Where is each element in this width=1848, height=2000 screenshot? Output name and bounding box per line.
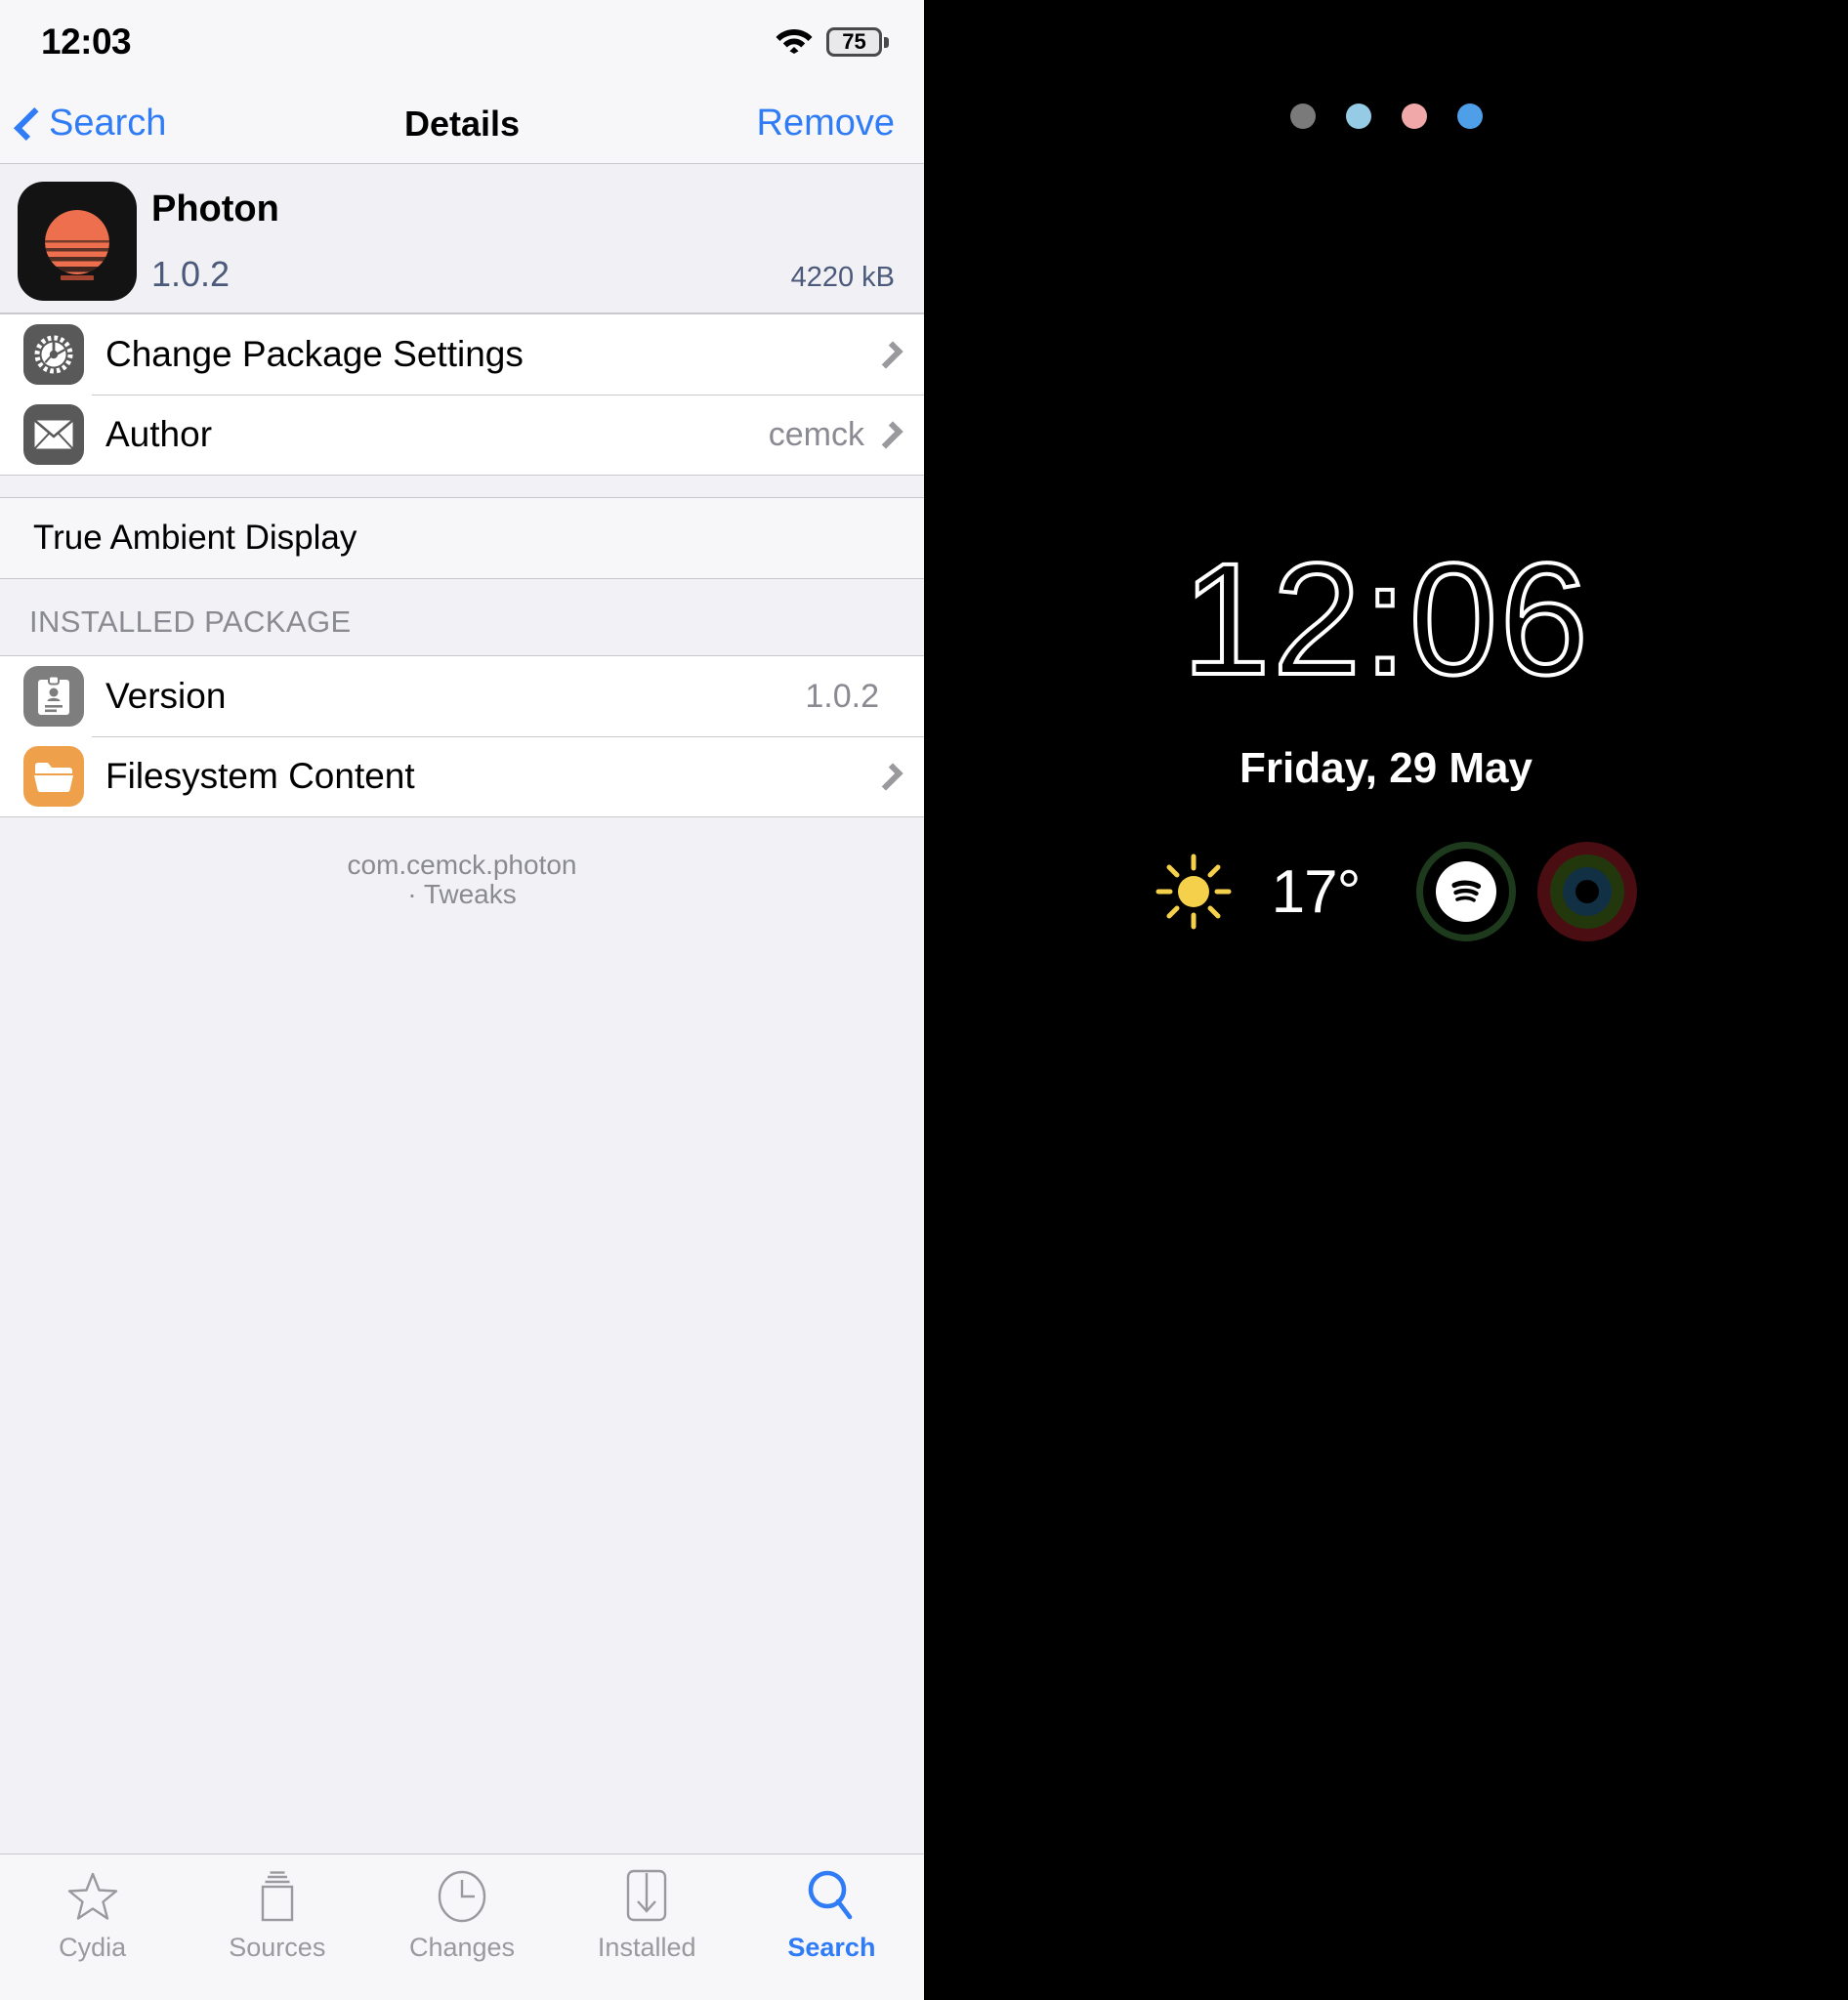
package-size: 4220 kB: [790, 262, 895, 293]
package-section: · Tweaks: [407, 879, 517, 910]
row-author[interactable]: Author cemck: [0, 395, 924, 475]
tab-label: Sources: [229, 1933, 326, 1962]
chevron-right-icon: [875, 420, 903, 449]
tab-changes[interactable]: Changes: [369, 1868, 554, 1963]
author-value: cemck: [768, 415, 864, 453]
download-box-icon: [623, 1868, 670, 1925]
package-description-group: True Ambient Display: [0, 497, 924, 579]
status-bar-time: 12:03: [41, 21, 132, 62]
row-label: Author: [105, 414, 213, 454]
back-button-label: Search: [49, 103, 167, 144]
battery-body: 75: [826, 27, 882, 57]
package-description: True Ambient Display: [33, 519, 357, 557]
photon-app-icon: [18, 182, 137, 301]
page-dot-2[interactable]: [1345, 104, 1371, 129]
row-label: Change Package Settings: [105, 334, 524, 374]
battery-indicator: 75: [826, 27, 889, 57]
gear-icon: [23, 324, 84, 385]
tab-cydia[interactable]: Cydia: [0, 1868, 185, 1963]
page-dot-1[interactable]: [1289, 104, 1316, 129]
status-bar-indicators: 75: [776, 26, 889, 59]
row-version[interactable]: Version 1.0.2: [0, 656, 924, 736]
tab-label: Cydia: [59, 1933, 127, 1962]
navigation-bar: Search Details Remove: [0, 84, 924, 164]
lockscreen-widget-row: 17°: [924, 842, 1848, 941]
remove-button[interactable]: Remove: [757, 103, 896, 145]
tab-installed[interactable]: Installed: [555, 1868, 739, 1963]
wifi-icon: [776, 26, 813, 59]
section-header-installed-package: INSTALLED PACKAGE: [0, 579, 924, 655]
clock-icon: [437, 1868, 487, 1925]
row-filesystem-content[interactable]: Filesystem Content: [0, 736, 924, 816]
stack-icon: [254, 1868, 301, 1925]
search-icon: [806, 1868, 857, 1925]
weather-temperature: 17°: [1271, 857, 1362, 926]
row-change-package-settings[interactable]: Change Package Settings: [0, 314, 924, 395]
page-dot-4[interactable]: [1456, 104, 1483, 129]
status-bar: 12:03 75: [0, 0, 924, 84]
cydia-app-pane: 12:03 75 Search Details Remove Photon 1.…: [0, 0, 924, 2000]
package-version: 1.0.2: [151, 254, 231, 294]
details-content: Photon 1.0.2 4220 kB Change Package Sett…: [0, 164, 924, 1854]
package-footer: com.cemck.photon · Tweaks: [0, 817, 924, 909]
package-name: Photon: [151, 188, 279, 229]
row-label: Version: [105, 676, 227, 716]
package-identifier: com.cemck.photon: [347, 850, 577, 880]
package-header[interactable]: Photon 1.0.2 4220 kB: [0, 164, 924, 313]
chevron-right-icon: [875, 762, 903, 791]
tab-label: Changes: [408, 1933, 516, 1962]
star-icon: [66, 1868, 119, 1925]
battery-cap: [884, 36, 889, 48]
battery-percent: 75: [842, 29, 866, 54]
activity-rings-icon: [1537, 842, 1638, 941]
activity-rings-widget[interactable]: [1537, 842, 1638, 941]
chevron-right-icon: [875, 340, 903, 369]
tab-bar: Cydia Sources Changes Installed Search: [0, 1854, 924, 2000]
spotify-icon: [1436, 861, 1497, 922]
page-dot-3[interactable]: [1401, 104, 1427, 129]
tab-sources[interactable]: Sources: [185, 1868, 369, 1963]
screenshot-root: 12:03 75 Search Details Remove Photon 1.…: [0, 0, 1848, 2000]
lockscreen-pane: 12:06 Friday, 29 May 17°: [924, 0, 1848, 2000]
id-card-icon: [23, 666, 84, 727]
installed-package-group: Version 1.0.2 Filesystem Content: [0, 655, 924, 817]
tab-label: Installed: [597, 1933, 696, 1962]
spotify-widget[interactable]: [1416, 842, 1517, 941]
page-indicator-dots: [924, 104, 1848, 129]
lockscreen-clock: 12:06: [1180, 529, 1590, 708]
back-button[interactable]: Search: [14, 103, 167, 145]
tab-search[interactable]: Search: [739, 1868, 924, 1963]
lockscreen-date: Friday, 29 May: [1239, 744, 1533, 792]
folder-icon: [23, 746, 84, 807]
version-value: 1.0.2: [805, 677, 879, 715]
row-label: Filesystem Content: [105, 756, 415, 796]
package-actions-group: Change Package Settings Author cemck: [0, 313, 924, 476]
envelope-icon: [23, 404, 84, 465]
tab-label: Search: [787, 1933, 876, 1962]
sun-icon: [1135, 849, 1252, 935]
